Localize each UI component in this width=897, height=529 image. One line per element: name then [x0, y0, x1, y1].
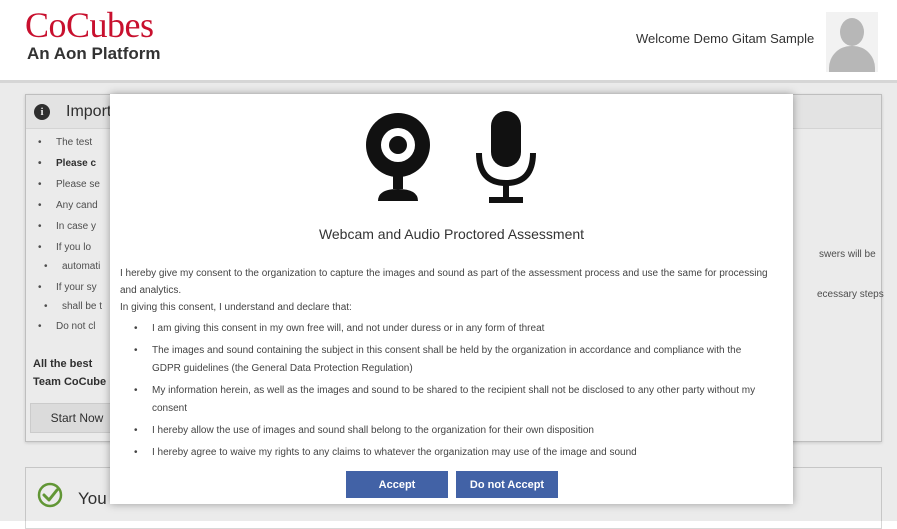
consent-intro: I hereby give my consent to the organiza… [120, 268, 768, 296]
modal-title: Webcam and Audio Proctored Assessment [318, 226, 585, 242]
consent-declare: In giving this consent, I understand and… [120, 302, 352, 313]
logo-main[interactable]: CoCubes [25, 7, 154, 43]
app-header: CoCubes An Aon Platform Welcome Demo Git… [0, 0, 897, 80]
logo-tagline: An Aon Platform [27, 44, 161, 63]
user-avatar-icon[interactable] [826, 12, 878, 72]
consent-item: The images and sound containing the subj… [134, 342, 772, 378]
consent-item: I am giving this consent in my own free … [134, 320, 772, 338]
do-not-accept-button[interactable]: Do not Accept [456, 471, 558, 498]
webcam-icon [366, 113, 430, 201]
consent-modal: Webcam and Audio Proctored Assessment I … [110, 94, 793, 504]
consent-list: I am giving this consent in my own free … [134, 320, 772, 466]
consent-item: I hereby allow the use of images and sou… [134, 422, 772, 440]
consent-item: My information herein, as well as the im… [134, 382, 772, 418]
consent-item: I hereby agree to waive my rights to any… [134, 444, 772, 462]
accept-button[interactable]: Accept [346, 471, 448, 498]
avatar-head [840, 18, 864, 46]
welcome-text: Welcome Demo Gitam Sample [636, 31, 815, 46]
consent-text: I hereby give my consent to the organiza… [120, 265, 785, 316]
avatar-shoulders [829, 46, 875, 72]
microphone-icon [476, 111, 536, 203]
